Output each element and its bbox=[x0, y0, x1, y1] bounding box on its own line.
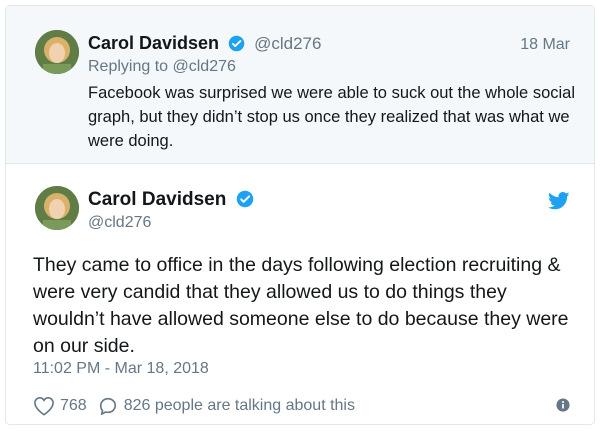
embedded-tweet-card: Carol Davidsen @cld276 18 Mar Replying t… bbox=[5, 5, 595, 425]
main-tweet-text: They came to office in the days followin… bbox=[33, 254, 569, 357]
heart-icon bbox=[34, 396, 54, 416]
main-author-line: Carol Davidsen bbox=[88, 189, 254, 214]
like-button[interactable]: 768 bbox=[33, 396, 87, 416]
replying-to[interactable]: Replying to @cld276 bbox=[88, 58, 236, 76]
avatar[interactable] bbox=[35, 30, 79, 74]
like-count: 768 bbox=[60, 397, 87, 414]
talking-count: 826 people are talking about this bbox=[123, 397, 355, 414]
author-name[interactable]: Carol Davidsen bbox=[88, 33, 219, 53]
avatar-image bbox=[35, 186, 79, 230]
tweet-date[interactable]: 18 Mar bbox=[520, 36, 570, 54]
tweet-actions: 768 826 people are talking about this bbox=[33, 396, 365, 416]
verified-badge-icon bbox=[228, 35, 245, 57]
author-handle[interactable]: @cld276 bbox=[88, 214, 151, 232]
comment-icon bbox=[99, 397, 116, 415]
parent-author-line: Carol Davidsen @cld276 bbox=[88, 33, 321, 57]
info-icon[interactable] bbox=[556, 398, 570, 417]
avatar[interactable] bbox=[35, 186, 79, 230]
author-name[interactable]: Carol Davidsen bbox=[88, 189, 226, 210]
parent-tweet[interactable]: Carol Davidsen @cld276 18 Mar Replying t… bbox=[6, 6, 594, 164]
verified-badge-icon bbox=[236, 190, 254, 214]
parent-tweet-text: Facebook was surprised we were able to s… bbox=[88, 84, 575, 150]
reply-conversation-button[interactable]: 826 people are talking about this bbox=[97, 396, 355, 416]
twitter-bird-icon[interactable] bbox=[548, 192, 570, 215]
avatar-image bbox=[35, 30, 79, 74]
tweet-timestamp[interactable]: 11:02 PM - Mar 18, 2018 bbox=[33, 360, 209, 378]
author-handle[interactable]: @cld276 bbox=[254, 34, 321, 53]
